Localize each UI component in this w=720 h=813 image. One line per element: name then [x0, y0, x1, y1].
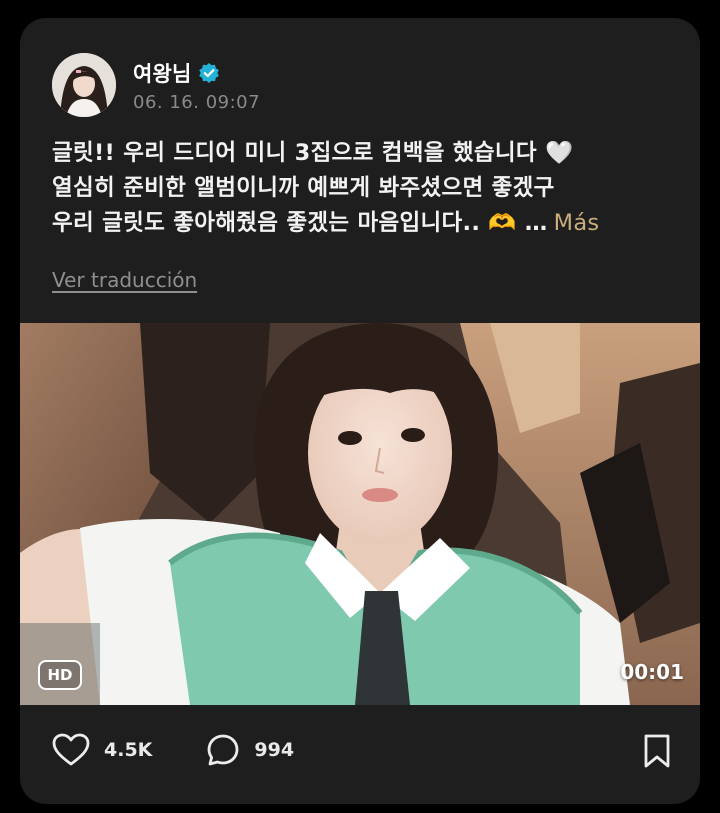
- post-meta: 여왕님 06. 16. 09:07: [133, 58, 260, 113]
- heart-icon: [52, 733, 90, 766]
- avatar[interactable]: [52, 53, 116, 117]
- bookmark-button[interactable]: [642, 734, 672, 772]
- video-duration: 00:01: [620, 660, 684, 684]
- post-header: 여왕님 06. 16. 09:07: [52, 52, 260, 118]
- comment-count: 994: [254, 739, 295, 761]
- video-media[interactable]: HD 00:01: [20, 323, 700, 705]
- comment-button[interactable]: 994: [206, 733, 294, 767]
- translate-link[interactable]: Ver traducción: [52, 268, 197, 292]
- caption-line-3: 우리 글릿도 좋아해줬음 좋겠는 마음입니다.. 🫶 … Más: [52, 206, 682, 241]
- like-count: 4.5K: [104, 739, 153, 761]
- bookmark-icon: [644, 734, 670, 768]
- like-button[interactable]: 4.5K: [52, 733, 152, 767]
- name-row: 여왕님: [133, 58, 260, 88]
- caption-line-2: 열심히 준비한 앨범이니까 예쁘게 봐주셨으면 좋겠구: [52, 175, 555, 201]
- post-timestamp: 06. 16. 09:07: [133, 91, 261, 113]
- post-caption: 글릿!! 우리 드디어 미니 3집으로 컴백을 했습니다 🤍 열심히 준비한 앨…: [52, 136, 682, 241]
- caption-line-3-text: 우리 글릿도 좋아해줬음 좋겠는 마음입니다.. 🫶 …: [52, 210, 548, 236]
- verified-badge-icon: [198, 62, 220, 84]
- video-frame: [20, 323, 700, 705]
- action-bar: 4.5K 994: [52, 730, 672, 770]
- hd-badge: HD: [38, 660, 82, 690]
- post-card: 여왕님 06. 16. 09:07 글릿!! 우리 드디어 미니 3집으로 컴백…: [20, 18, 700, 804]
- comment-bubble-icon: [207, 734, 239, 766]
- caption-line-1: 글릿!! 우리 드디어 미니 3집으로 컴백을 했습니다 🤍: [52, 140, 574, 166]
- more-link[interactable]: Más: [554, 210, 600, 236]
- username[interactable]: 여왕님: [133, 58, 192, 88]
